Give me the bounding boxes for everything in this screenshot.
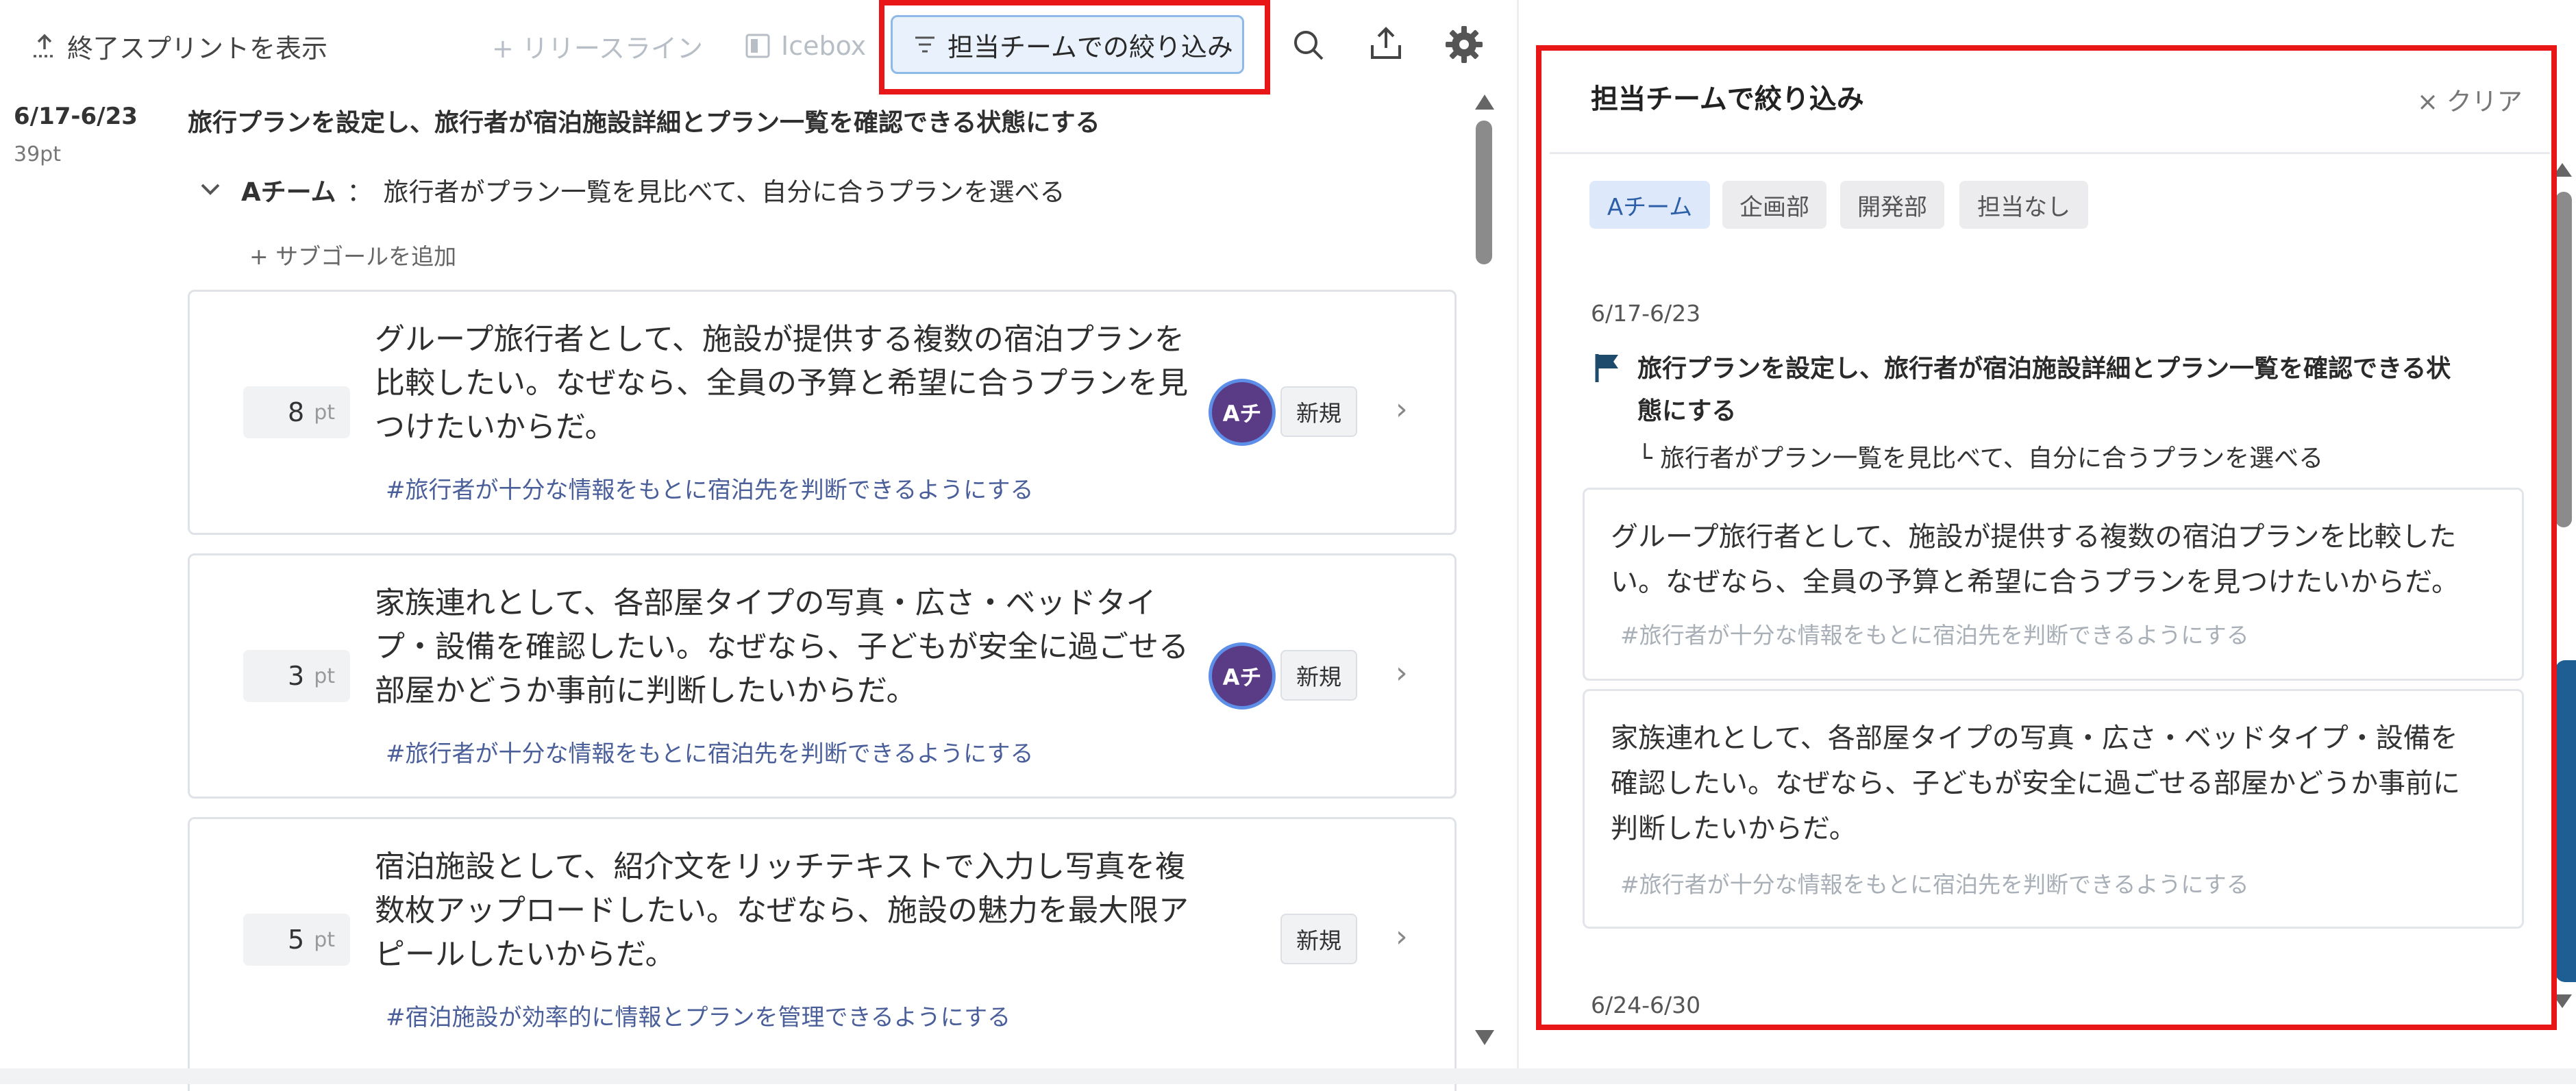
- list-scroll-thumb[interactable]: [1476, 121, 1492, 264]
- story-points[interactable]: 5 pt: [243, 914, 350, 966]
- subgoal-text: 旅行者がプラン一覧を見比べて、自分に合うプランを選べる: [383, 177, 1065, 207]
- story-line: プ・設備を確認したい。なぜなら、子どもが安全に過ごせる: [375, 629, 1189, 664]
- avatar[interactable]: Aチ: [1212, 382, 1272, 442]
- subgoal-separator: ：: [347, 177, 373, 207]
- upload-dotted-icon: [30, 32, 59, 60]
- chevron-right-icon[interactable]: ›: [1396, 655, 1408, 690]
- status-badge[interactable]: 新規: [1280, 386, 1357, 437]
- subgoal-team: Aチーム: [241, 177, 336, 207]
- points-value: 3: [288, 661, 305, 691]
- chevron-down-icon[interactable]: [199, 181, 222, 198]
- chevron-right-icon[interactable]: ›: [1396, 919, 1408, 954]
- sprint-goal: 旅行プランを設定し、旅行者が宿泊施設詳細とプラン一覧を確認できる状態にする: [188, 109, 1100, 137]
- story-line: グループ旅行者として、施設が提供する複数の宿泊プランを: [375, 322, 1185, 357]
- story-tag[interactable]: #旅行者が十分な情報をもとに宿泊先を判断できるようにする: [386, 735, 1033, 768]
- highlight-box-filter-panel: [1536, 45, 2557, 1030]
- icebox-icon: [744, 32, 771, 60]
- story-tag[interactable]: #旅行者が十分な情報をもとに宿泊先を判断できるようにする: [386, 471, 1033, 505]
- bottom-bar: [0, 1068, 2576, 1084]
- add-subgoal-button[interactable]: + サブゴールを追加: [249, 238, 456, 271]
- search-icon[interactable]: [1289, 26, 1328, 64]
- story-line: 部屋かどうか事前に判断したいからだ。: [375, 673, 917, 708]
- story-card[interactable]: 5 pt 宿泊施設として、紹介文をリッチテキストで入力し写真を複 数枚アップロー…: [188, 817, 1457, 1091]
- icebox-button[interactable]: Icebox: [744, 15, 866, 77]
- highlight-box-filter-button: [879, 0, 1270, 95]
- story-points[interactable]: 8 pt: [243, 386, 350, 438]
- points-unit: pt: [314, 927, 335, 952]
- export-icon[interactable]: [1367, 25, 1405, 63]
- avatar[interactable]: Aチ: [1212, 646, 1272, 706]
- points-unit: pt: [314, 400, 335, 425]
- points-value: 5: [288, 925, 305, 955]
- status-badge[interactable]: 新規: [1280, 914, 1357, 964]
- story-points[interactable]: 3 pt: [243, 650, 350, 702]
- points-unit: pt: [314, 664, 335, 688]
- sprint-points: 39pt: [14, 142, 61, 166]
- story-line: 宿泊施設として、紹介文をリッチテキストで入力し写真を複: [375, 849, 1186, 884]
- story-card[interactable]: 8 pt グループ旅行者として、施設が提供する複数の宿泊プランを 比較したい。な…: [188, 290, 1457, 535]
- sprint-date: 6/17-6/23: [14, 103, 138, 130]
- chevron-right-icon[interactable]: ›: [1396, 392, 1408, 427]
- show-finished-label: 終了スプリントを表示: [67, 33, 328, 64]
- story-line: つけたいからだ。: [375, 410, 615, 444]
- points-value: 8: [288, 397, 305, 427]
- story-line: 家族連れとして、各部屋タイプの写真・広さ・ベッドタイ: [375, 586, 1156, 620]
- scroll-up-arrow[interactable]: [1475, 95, 1494, 110]
- panel-divider: [1517, 0, 1519, 1068]
- scroll-down-arrow[interactable]: [1475, 1030, 1494, 1045]
- gear-icon[interactable]: [1444, 25, 1484, 64]
- story-text: 家族連れとして、各部屋タイプの写真・広さ・ベッドタイ プ・設備を確認したい。なぜ…: [375, 581, 1197, 713]
- release-line-label: + リリースライン: [492, 33, 704, 64]
- story-tag[interactable]: #宿泊施設が効率的に情報とプランを管理できるようにする: [386, 999, 1011, 1032]
- status-badge[interactable]: 新規: [1280, 650, 1357, 701]
- story-line: 数枚アップロードしたい。なぜなら、施設の魅力を最大限ア: [375, 893, 1189, 928]
- story-card[interactable]: 3 pt 家族連れとして、各部屋タイプの写真・広さ・ベッドタイ プ・設備を確認し…: [188, 553, 1457, 799]
- story-text: 宿泊施設として、紹介文をリッチテキストで入力し写真を複 数枚アップロードしたい。…: [375, 845, 1197, 977]
- side-feedback-tab[interactable]: [2555, 660, 2576, 982]
- story-line: ピールしたいからだ。: [375, 937, 676, 972]
- release-line-button[interactable]: + リリースライン: [492, 15, 703, 77]
- story-line: 比較したい。なぜなら、全員の予算と希望に合うプランを見: [375, 366, 1189, 401]
- subgoal-row[interactable]: Aチーム ： 旅行者がプラン一覧を見比べて、自分に合うプランを選べる: [199, 171, 1065, 208]
- panel-scroll-thumb[interactable]: [2555, 192, 2572, 527]
- story-text: グループ旅行者として、施設が提供する複数の宿泊プランを 比較したい。なぜなら、全…: [375, 318, 1197, 449]
- icebox-label: Icebox: [781, 31, 867, 61]
- show-finished-sprints-button[interactable]: 終了スプリントを表示: [30, 15, 327, 77]
